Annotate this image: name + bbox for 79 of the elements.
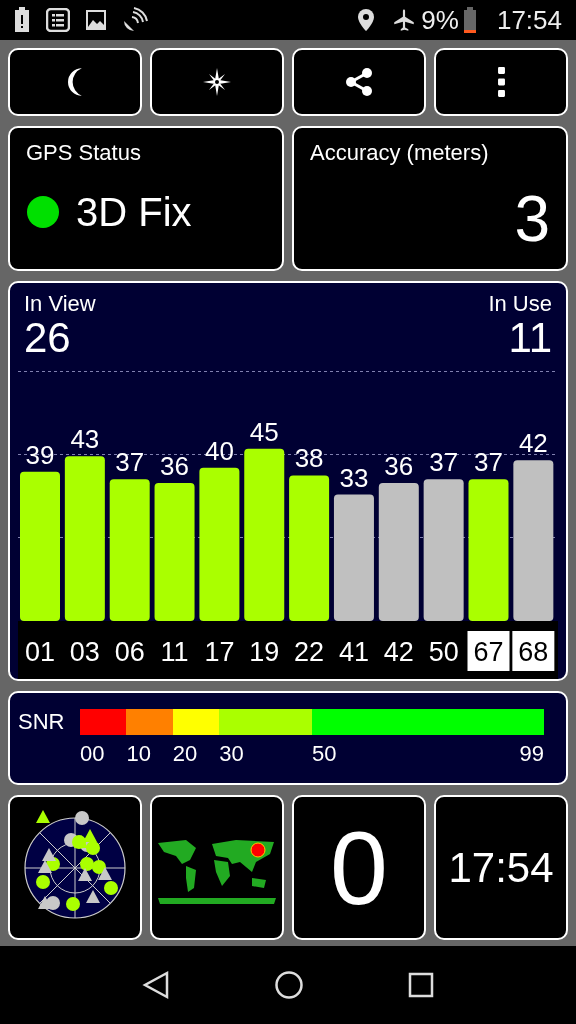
card-title: GPS Status	[26, 140, 142, 166]
satellite-marker	[83, 828, 97, 842]
more-menu-icon	[497, 67, 505, 97]
battery-level-text: 9%	[421, 3, 459, 37]
satellite-count: 0	[330, 815, 388, 920]
satellite-id: 17	[204, 637, 235, 667]
scale-label: 10	[126, 741, 151, 766]
battery-icon	[462, 7, 477, 33]
scale-label: 50	[312, 741, 337, 766]
scale-label: 30	[219, 741, 244, 766]
bar-value: 36	[160, 451, 189, 482]
satellite-marker	[78, 867, 92, 881]
satellite-marker	[104, 880, 118, 895]
scale-label: 20	[172, 741, 198, 766]
back-icon[interactable]	[142, 970, 170, 1000]
share-icon	[345, 67, 373, 97]
satellite-marker	[75, 810, 89, 825]
satellite-marker	[38, 895, 52, 909]
bar-value: 38	[294, 443, 324, 474]
satellite-id: 68	[512, 631, 555, 671]
satellite-marker	[98, 866, 112, 880]
location-pin-icon	[357, 8, 376, 32]
share-button[interactable]	[292, 48, 426, 116]
bar-value: 43	[70, 424, 100, 455]
satellite-id: 01	[25, 637, 55, 667]
bar-value: 42	[518, 428, 548, 459]
satellite-marker	[36, 874, 50, 889]
satellite-id: 22	[294, 637, 325, 667]
satellite-marker	[86, 889, 100, 903]
bar-value: 33	[339, 462, 369, 493]
bar-value: 39	[25, 439, 55, 470]
scale-label: 99	[519, 740, 544, 768]
satellite-icon	[122, 7, 148, 33]
card-title: Accuracy (meters)	[310, 140, 490, 166]
satellite-marker	[42, 847, 56, 861]
sky-plot-tile[interactable]	[8, 795, 142, 940]
satellite-id: 41	[338, 637, 369, 667]
in-use-count: 11	[507, 317, 552, 359]
list-icon	[46, 8, 70, 32]
compass-button[interactable]	[150, 48, 284, 116]
world-map-tile[interactable]	[150, 795, 284, 940]
satellite-id: 50	[428, 637, 459, 667]
satellite-id: 11	[160, 637, 189, 667]
home-icon[interactable]	[274, 970, 304, 1000]
satellite-id: 03	[69, 637, 100, 667]
satellite-id: 42	[383, 637, 414, 667]
satellite-marker	[66, 896, 80, 911]
satellite-id: 19	[249, 637, 280, 667]
satellite-marker	[86, 840, 100, 855]
clock-text: 17:54	[496, 3, 562, 37]
menu-button[interactable]	[434, 48, 568, 116]
satellite-marker	[36, 809, 50, 823]
in-use-label: In Use	[488, 291, 552, 317]
in-view-label: In View	[24, 291, 96, 317]
satellite-id: 67	[467, 631, 510, 671]
bar-value: 37	[115, 447, 145, 478]
status-dot-icon	[26, 195, 60, 229]
satellite-marker	[80, 856, 94, 871]
bar-value: 37	[429, 447, 459, 478]
time-display: 17:54	[448, 843, 554, 893]
bar-value: 36	[384, 451, 414, 482]
recent-apps-icon[interactable]	[408, 972, 434, 998]
moon-icon	[67, 67, 83, 97]
bar-value: 45	[249, 416, 279, 447]
accuracy-value: 3	[514, 187, 550, 251]
in-view-count: 26	[24, 317, 72, 359]
night-mode-button[interactable]	[8, 48, 142, 116]
scale-label: 00	[80, 741, 105, 766]
fix-status-text: 3D Fix	[76, 189, 192, 236]
bar-value: 40	[204, 435, 234, 466]
bar-value: 37	[474, 447, 503, 478]
satellite-id: 06	[114, 637, 145, 667]
snr-label: SNR	[18, 709, 66, 735]
satellite-marker	[38, 859, 52, 873]
image-icon	[86, 10, 106, 30]
battery-alert-icon	[14, 7, 30, 33]
x-tick-label: 68	[518, 637, 549, 667]
satellite-marker	[92, 859, 106, 874]
x-tick-label: 67	[473, 637, 504, 667]
